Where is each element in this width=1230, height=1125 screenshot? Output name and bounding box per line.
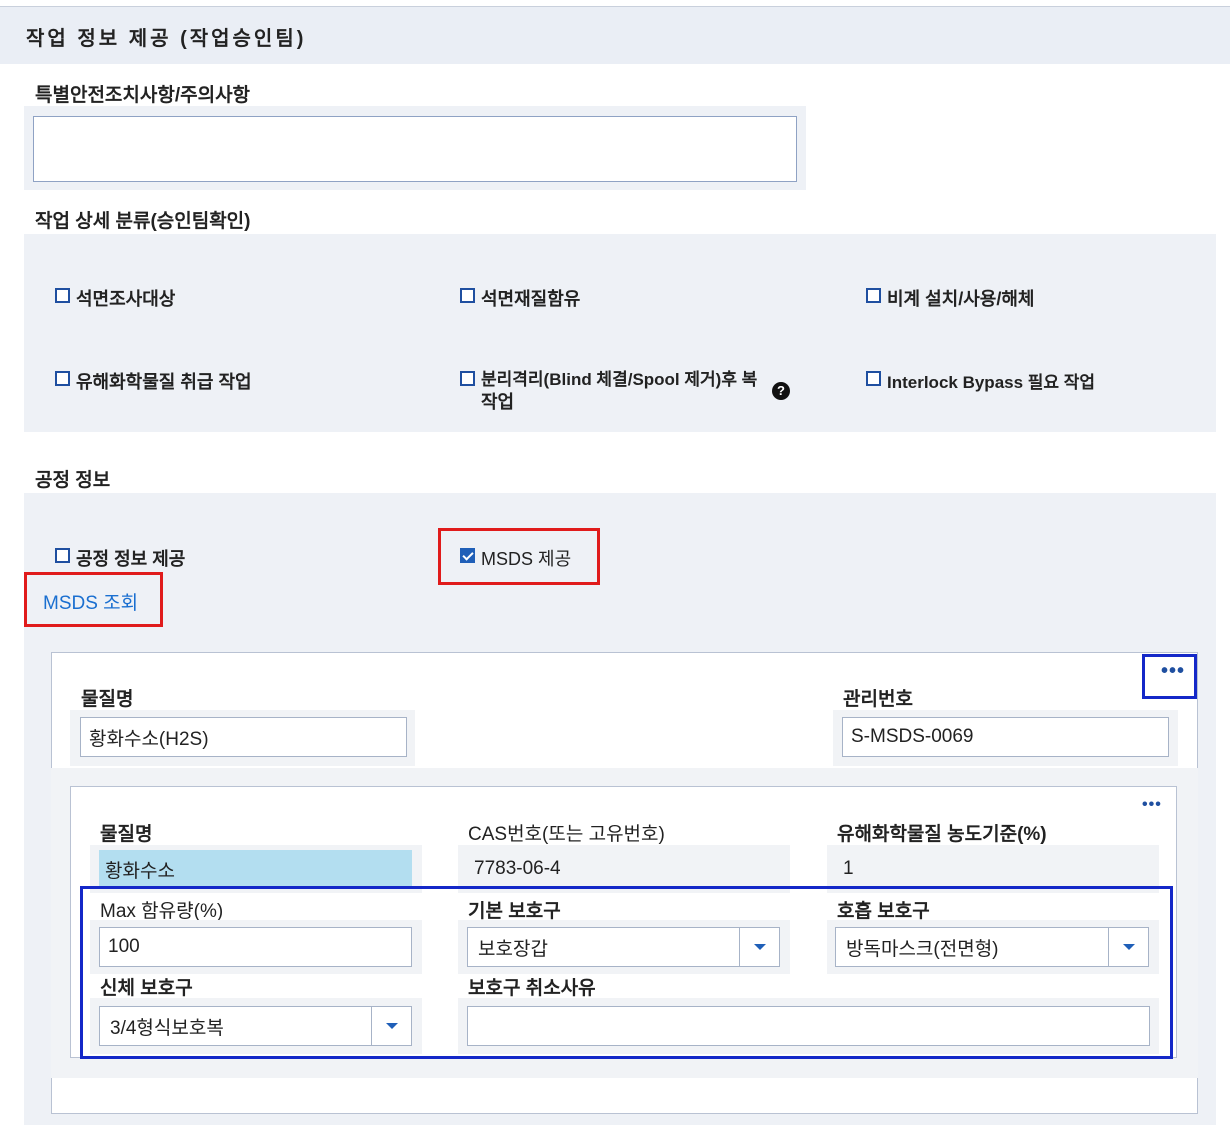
ppe-section-highlight <box>80 886 1173 1059</box>
detail-material-value: 황화수소 <box>99 850 412 888</box>
cas-number-value: 7783-06-4 <box>474 858 561 879</box>
checkbox-box[interactable] <box>460 288 475 303</box>
checkbox-label: Interlock Bypass 필요 작업 <box>887 373 1096 392</box>
msds-view-link[interactable]: MSDS 조회 <box>43 588 138 615</box>
checkbox-provide-msds[interactable]: MSDS 제공 <box>460 545 571 571</box>
checkbox-interlock-bypass[interactable]: Interlock Bypass 필요 작업 <box>866 368 1095 393</box>
management-number-field[interactable]: S-MSDS-0069 <box>842 717 1169 757</box>
checkbox-label: 석면조사대상 <box>76 289 176 309</box>
more-dots-icon[interactable]: ••• <box>1142 796 1162 814</box>
checkbox-box[interactable] <box>460 371 475 386</box>
checkbox-provide-process[interactable]: 공정 정보 제공 <box>55 545 185 571</box>
checkbox-isolation[interactable]: 분리격리(Blind 체결/Spool 제거)후 복 작업 <box>460 368 757 414</box>
checkbox-asbestos-survey[interactable]: 석면조사대상 <box>55 285 175 311</box>
checkbox-asbestos-material[interactable]: 석면재질함유 <box>460 285 580 311</box>
checkbox-label: 공정 정보 제공 <box>76 549 186 569</box>
special-safety-label: 특별안전조치사항/주의사항 <box>35 85 251 106</box>
material-name-label: 물질명 <box>81 689 134 710</box>
detail-category-label: 작업 상세 분류(승인팀확인) <box>35 211 251 232</box>
checkbox-box[interactable] <box>55 288 70 303</box>
threshold-value: 1 <box>843 858 854 879</box>
special-safety-textarea[interactable] <box>33 116 797 182</box>
management-number-label: 관리번호 <box>843 689 913 710</box>
checkbox-label: 분리격리(Blind 체결/Spool 제거)후 복 <box>481 370 758 389</box>
checkbox-label: 비계 설치/사용/해체 <box>887 289 1035 309</box>
question-circle-icon[interactable]: ? <box>772 382 790 400</box>
checkbox-scaffold[interactable]: 비계 설치/사용/해체 <box>866 285 1034 311</box>
section-title: 작업 정보 제공 (작업승인팀) <box>26 28 307 50</box>
checkbox-label: MSDS 제공 <box>481 549 572 569</box>
checkbox-box[interactable] <box>866 288 881 303</box>
checkbox-hazardous-chemical[interactable]: 유해화학물질 취급 작업 <box>55 368 252 394</box>
checkbox-box[interactable] <box>55 371 70 386</box>
cas-number-label: CAS번호(또는 고유번호) <box>468 824 665 845</box>
process-info-label: 공정 정보 <box>35 470 111 491</box>
checkbox-label-line2: 작업 <box>481 392 515 412</box>
checkbox-box[interactable] <box>866 371 881 386</box>
checkbox-label: 유해화학물질 취급 작업 <box>76 372 252 392</box>
material-name-field[interactable]: 황화수소(H2S) <box>80 717 407 757</box>
checkbox-label: 석면재질함유 <box>481 289 581 309</box>
more-dots-icon[interactable]: ••• <box>1161 660 1185 683</box>
threshold-label: 유해화학물질 농도기준(%) <box>837 824 1047 845</box>
checkbox-box-checked[interactable] <box>460 548 475 563</box>
checkbox-box[interactable] <box>55 548 70 563</box>
detail-material-label: 물질명 <box>100 824 153 845</box>
